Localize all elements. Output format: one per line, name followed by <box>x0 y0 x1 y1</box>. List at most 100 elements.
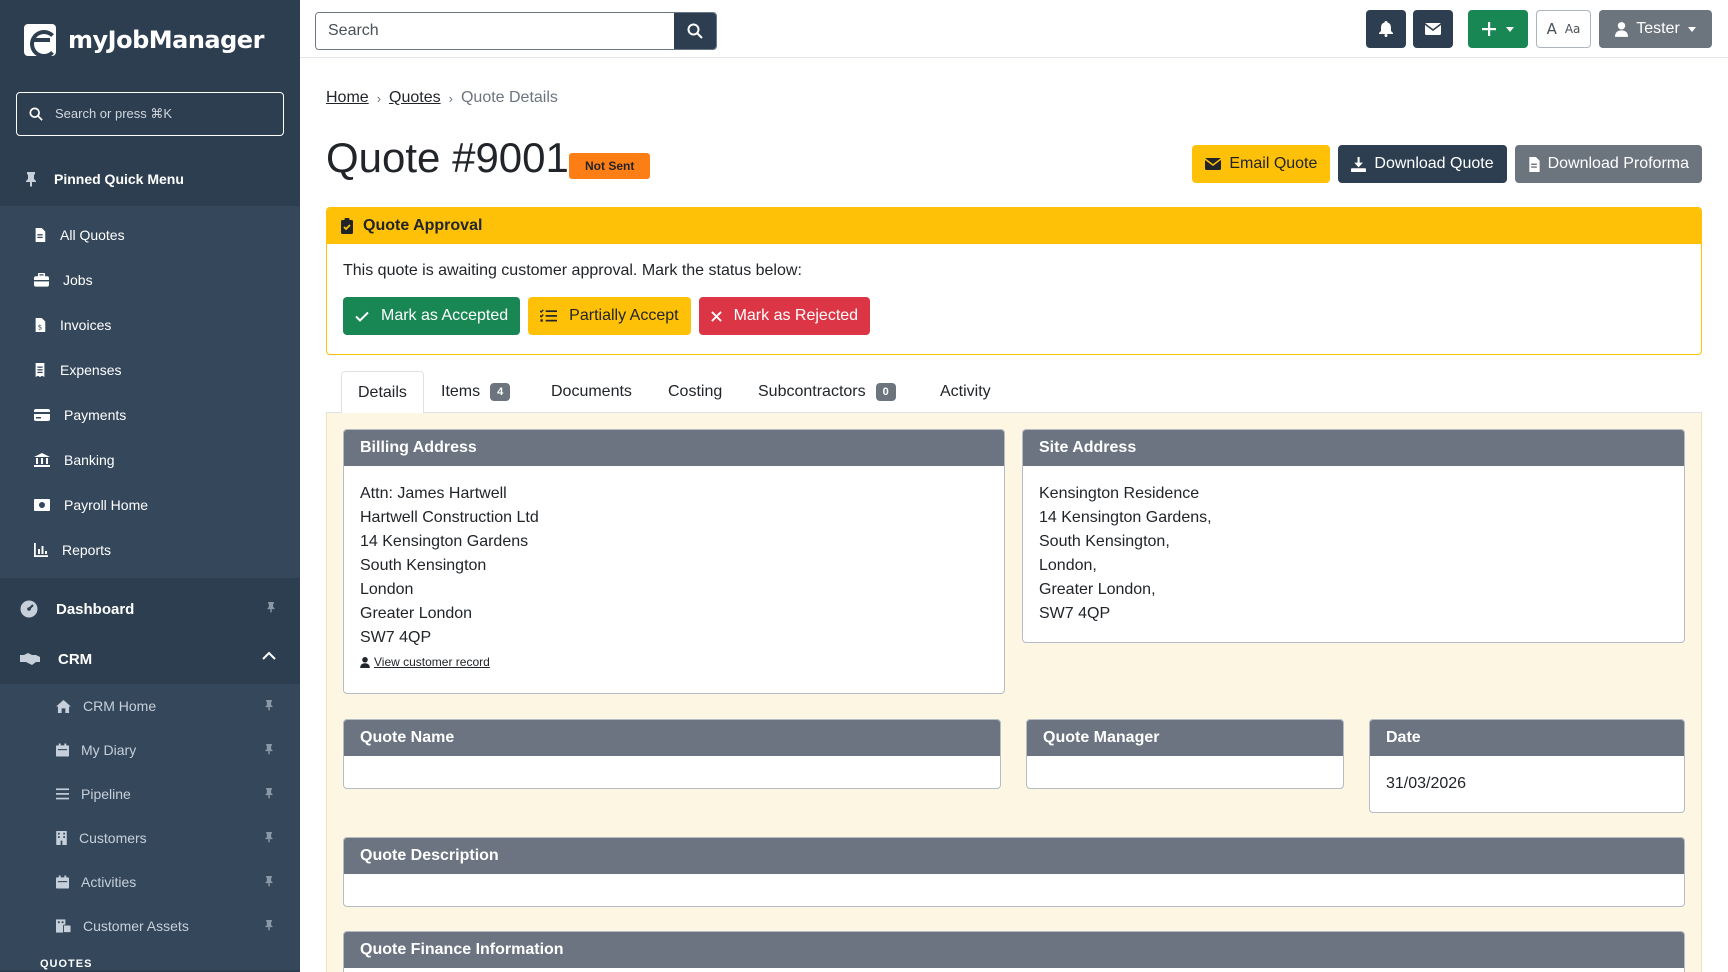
briefcase-icon <box>34 272 49 287</box>
sidebar-item-label: Pipeline <box>81 786 131 802</box>
sidebar-item-payroll-home[interactable]: Payroll Home <box>0 482 300 527</box>
chevron-up-icon[interactable] <box>262 651 276 661</box>
quote-tabs: Details Items 4 Documents Costing Subcon… <box>326 371 1702 414</box>
partially-accept-button[interactable]: Partially Accept <box>528 297 691 335</box>
status-badge: Not Sent <box>569 153 651 179</box>
bell-icon <box>1379 21 1393 37</box>
pin-icon[interactable] <box>266 601 276 613</box>
sidebar-item-label: My Diary <box>81 742 137 758</box>
search-button[interactable] <box>674 13 716 49</box>
sidebar-item-label: Invoices <box>60 316 112 333</box>
caret-down-icon <box>1687 26 1696 32</box>
sidebar-section-crm[interactable]: CRM <box>0 634 300 684</box>
breadcrumb-home[interactable]: Home <box>326 89 369 107</box>
sidebar-item-label: Payroll Home <box>64 496 149 513</box>
sidebar-item-activities[interactable]: Activities <box>0 860 300 904</box>
sidebar-item-label: Reports <box>62 541 112 558</box>
pin-icon[interactable] <box>264 875 274 887</box>
tab-details[interactable]: Details <box>341 371 424 414</box>
tab-label: Items <box>441 383 481 400</box>
calendar-icon <box>56 743 69 757</box>
breadcrumb-current: Quote Details <box>460 89 558 106</box>
billing-line: Hartwell Construction Ltd <box>360 509 539 526</box>
quote-approval-card: Quote Approval This quote is awaiting cu… <box>326 207 1702 355</box>
sidebar-section-dashboard[interactable]: Dashboard <box>0 584 300 634</box>
sidebar-item-jobs[interactable]: Jobs <box>0 257 300 302</box>
tab-documents[interactable]: Documents <box>551 371 632 413</box>
sidebar-item-crm-home[interactable]: CRM Home <box>0 684 300 728</box>
sidebar-item-reports[interactable]: Reports <box>0 527 300 572</box>
list-check-icon <box>540 309 558 322</box>
font-size-large-label: A <box>1546 20 1557 38</box>
pin-icon[interactable] <box>264 699 274 711</box>
dashboard-icon <box>20 600 38 618</box>
sidebar-section-label: Dashboard <box>56 600 135 618</box>
sidebar-item-all-quotes[interactable]: All Quotes <box>0 212 300 257</box>
pinned-list: All Quotes Jobs $ Invoices Expenses Paym… <box>0 206 300 578</box>
email-quote-button[interactable]: Email Quote <box>1192 145 1331 183</box>
file-icon <box>35 227 46 242</box>
billing-line: London <box>360 581 414 598</box>
sidebar-item-customer-assets[interactable]: Customer Assets <box>0 904 300 948</box>
sidebar-item-banking[interactable]: Banking <box>0 437 300 482</box>
messages-button[interactable] <box>1413 10 1453 48</box>
mark-accepted-button[interactable]: Mark as Accepted <box>343 297 521 335</box>
tab-subcontractors[interactable]: Subcontractors 0 <box>758 371 896 413</box>
sidebar-item-label: All Quotes <box>60 226 125 243</box>
list-icon <box>56 788 69 800</box>
pinned-menu-title: Pinned Quick Menu <box>54 171 184 187</box>
sidebar-item-customers[interactable]: Customers <box>0 816 300 860</box>
sidebar-item-payments[interactable]: Payments <box>0 392 300 437</box>
pin-icon[interactable] <box>264 787 274 799</box>
quote-approval-title: Quote Approval <box>363 217 483 234</box>
breadcrumb-quotes[interactable]: Quotes <box>389 89 441 107</box>
billing-line: Greater London <box>360 605 473 622</box>
pinned-menu-header: Pinned Quick Menu <box>0 152 300 206</box>
logo[interactable]: myJobManager <box>0 0 300 80</box>
mark-rejected-button[interactable]: Mark as Rejected <box>698 297 871 335</box>
card-icon <box>34 408 50 421</box>
sidebar-item-my-diary[interactable]: My Diary <box>0 728 300 772</box>
pin-icon[interactable] <box>264 919 274 931</box>
sidebar-item-label: Payments <box>64 406 127 423</box>
user-name: Tester <box>1636 20 1680 37</box>
pin-icon[interactable] <box>264 743 274 755</box>
font-size-small-label: Aa <box>1564 22 1581 36</box>
quote-approval-text: This quote is awaiting customer approval… <box>343 262 802 279</box>
tab-costing[interactable]: Costing <box>668 371 722 413</box>
customer-record-link-row: View customer record <box>360 654 988 670</box>
quote-description-title: Quote Description <box>344 838 1684 874</box>
date-value: 31/03/2026 <box>1386 775 1467 792</box>
sidebar-item-invoices[interactable]: $ Invoices <box>0 302 300 347</box>
sidebar-section-label: CRM <box>58 650 93 668</box>
topbar: A Aa Tester <box>300 0 1728 58</box>
notifications-button[interactable] <box>1366 10 1406 48</box>
download-quote-button[interactable]: Download Quote <box>1338 145 1507 183</box>
sidebar-item-expenses[interactable]: Expenses <box>0 347 300 392</box>
pin-icon[interactable] <box>264 831 274 843</box>
search-input[interactable] <box>316 13 674 49</box>
quick-add-button[interactable] <box>1468 10 1528 48</box>
sidebar-item-pipeline[interactable]: Pipeline <box>0 772 300 816</box>
subcontractors-count-badge: 0 <box>875 383 896 401</box>
download-proforma-button[interactable]: Download Proforma <box>1514 145 1702 183</box>
view-customer-record-link[interactable]: View customer record <box>374 654 490 670</box>
tab-label: Details <box>358 383 407 401</box>
partially-accept-label: Partially Accept <box>569 307 679 324</box>
details-panel: Billing Address Attn: James Hartwell Har… <box>326 413 1702 972</box>
font-size-toggle[interactable]: A Aa <box>1536 10 1591 48</box>
sidebar-search[interactable]: Search or press ⌘K <box>16 92 284 136</box>
site-line: South Kensington, <box>1039 533 1170 550</box>
sidebar-item-label: Jobs <box>63 271 93 288</box>
quote-finance-title: Quote Finance Information <box>344 932 1684 968</box>
handshake-icon <box>20 653 40 665</box>
download-proforma-label: Download Proforma <box>1547 155 1689 172</box>
billing-address-body: Attn: James Hartwell Hartwell Constructi… <box>344 466 1004 686</box>
user-menu-button[interactable]: Tester <box>1599 10 1712 48</box>
tab-activity[interactable]: Activity <box>940 371 991 413</box>
tab-items[interactable]: Items 4 <box>441 371 511 413</box>
sidebar-item-label: Customer Assets <box>83 918 189 934</box>
site-line: London, <box>1039 557 1097 574</box>
envelope-icon <box>1205 158 1222 170</box>
tab-label: Costing <box>668 383 723 400</box>
